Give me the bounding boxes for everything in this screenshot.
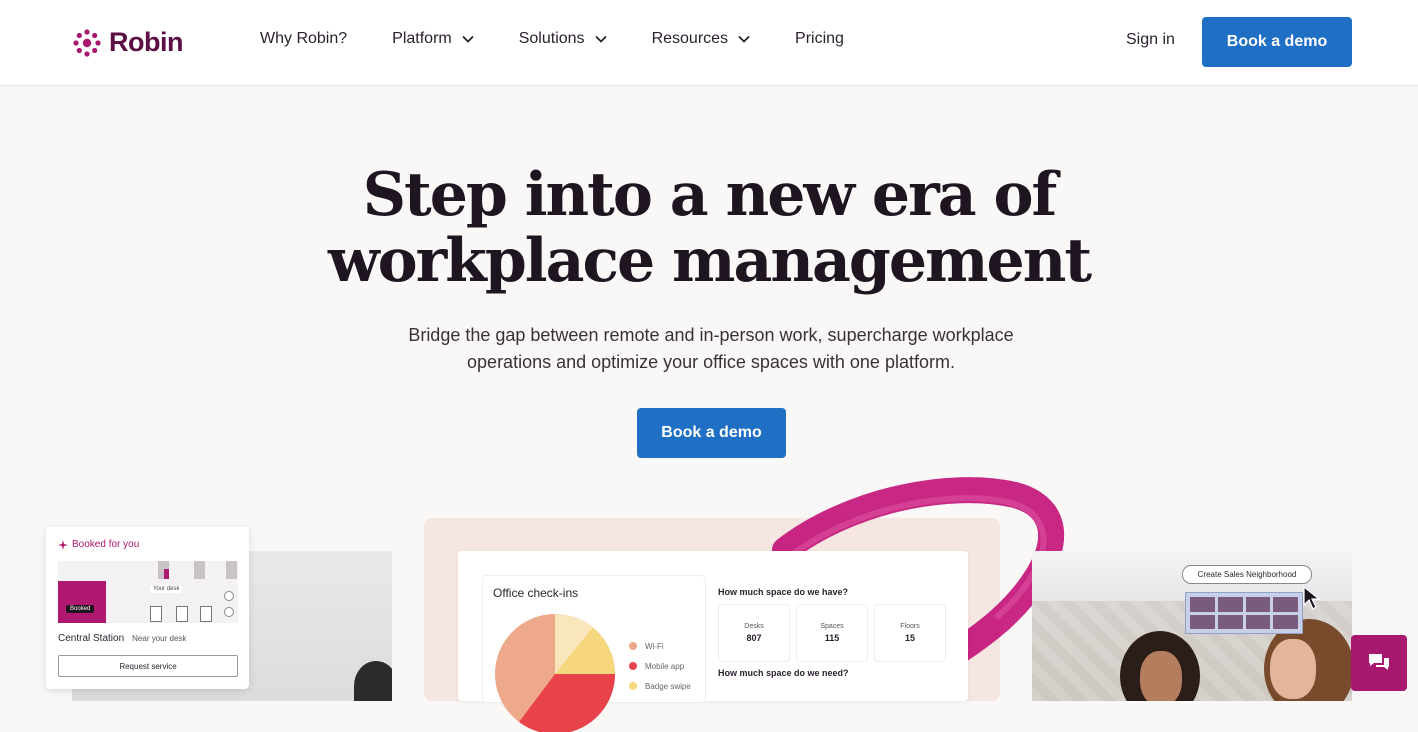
legend-label: Wi-Fi: [645, 641, 664, 651]
nav-resources[interactable]: Resources: [652, 30, 750, 48]
person-face-right: [1270, 639, 1316, 699]
sign-in-link[interactable]: Sign in: [1126, 31, 1175, 49]
create-neighborhood-pill: Create Sales Neighborhood: [1182, 565, 1312, 584]
person-face-left: [1140, 651, 1182, 701]
hero-book-demo-button[interactable]: Book a demo: [637, 408, 786, 458]
brand-name: Robin: [109, 27, 183, 57]
nav-solutions[interactable]: Solutions: [519, 30, 607, 48]
nav-label: Platform: [392, 30, 452, 47]
stat-value: 15: [904, 633, 915, 643]
neighborhood-desk-grid: [1185, 592, 1303, 634]
desk-block: [1217, 597, 1243, 612]
legend-dot-mobile: [629, 662, 637, 670]
floor-window: [194, 561, 205, 579]
stat-value: 115: [824, 633, 840, 643]
hero-subtitle-line-2: operations and optimize your office spac…: [467, 352, 955, 372]
stat-label: Spaces: [820, 623, 844, 630]
top-navigation-bar: Robin Why Robin? Platform Solutions Reso…: [0, 0, 1418, 86]
space-question-need: How much space do we need?: [718, 668, 849, 678]
person-silhouette: [354, 661, 392, 701]
nav-label: Pricing: [795, 30, 844, 47]
legend-dot-wifi: [629, 642, 637, 650]
chevron-down-icon: [462, 35, 474, 43]
desk-block: [1245, 597, 1271, 612]
nav-platform[interactable]: Platform: [392, 30, 474, 48]
desk-block: [1273, 597, 1298, 612]
stat-card-spaces: Spaces 115: [796, 604, 868, 662]
desk-block: [1245, 614, 1271, 629]
chevron-down-icon: [594, 35, 607, 43]
chat-bubbles-icon: [1369, 654, 1389, 670]
chat-widget-button[interactable]: [1351, 635, 1407, 691]
hero-subtitle-line-1: Bridge the gap between remote and in-per…: [408, 325, 1014, 345]
map-radio: [224, 607, 234, 617]
legend-dot-badge: [629, 682, 637, 690]
booked-chip: Booked: [66, 605, 95, 613]
robin-dots-logo-icon: [73, 28, 101, 57]
nav-label: Why Robin?: [260, 30, 348, 47]
hero-title: Step into a new era of workplace managem…: [0, 162, 1418, 294]
location-name: Central Station: [58, 633, 125, 644]
mouse-cursor-icon: [1303, 585, 1321, 610]
header-book-demo-button[interactable]: Book a demo: [1202, 17, 1352, 67]
location-sub: Near your desk: [132, 634, 187, 643]
desk-block: [1217, 614, 1243, 629]
legend-item: Mobile app: [629, 656, 691, 676]
stat-label: Desks: [744, 623, 764, 630]
robin-logo[interactable]: Robin: [71, 27, 183, 58]
checkins-legend: Wi-Fi Mobile app Badge swipe: [629, 636, 691, 696]
stat-value: 807: [746, 633, 762, 643]
checkins-pie-chart: [495, 613, 615, 732]
main-nav: Why Robin? Platform Solutions Resources …: [260, 30, 889, 48]
booked-room: [58, 581, 106, 623]
space-stats-panel: How much space do we have? Desks 807 Spa…: [718, 587, 946, 678]
floor-desk: [176, 606, 188, 622]
request-service-button: Request service: [58, 655, 238, 677]
booked-header: Booked for you: [58, 539, 139, 550]
legend-label: Badge swipe: [645, 681, 691, 691]
location-line: Central Station Near your desk: [58, 633, 186, 644]
floor-desk: [150, 606, 162, 622]
hero-subtitle: Bridge the gap between remote and in-per…: [379, 322, 1043, 376]
chevron-down-icon: [738, 35, 750, 43]
nav-label: Resources: [651, 30, 729, 47]
booked-desk-card: Booked for you Booked Your desk Central …: [46, 527, 249, 689]
space-question-have: How much space do we have?: [718, 587, 849, 597]
desk-block: [1190, 614, 1215, 629]
legend-item: Badge swipe: [629, 676, 691, 696]
your-desk-label: Your desk: [150, 585, 183, 593]
desk-block: [1190, 597, 1215, 612]
checkins-title: Office check-ins: [493, 586, 579, 600]
hero-title-line-1: Step into a new era of: [362, 160, 1058, 230]
floor-desk: [200, 606, 212, 622]
booked-header-text: Booked for you: [72, 539, 140, 550]
desk-block: [1273, 614, 1298, 629]
stat-label: Floors: [900, 623, 920, 630]
stat-card-desks: Desks 807: [718, 604, 790, 662]
office-checkins-panel: Office check-ins Wi-Fi Mobile app Badge …: [482, 575, 706, 732]
desk-floor-map: Booked Your desk: [58, 561, 238, 623]
your-desk-marker: [164, 569, 169, 579]
legend-label: Mobile app: [645, 661, 685, 671]
nav-pricing[interactable]: Pricing: [795, 30, 844, 48]
nav-label: Solutions: [518, 30, 585, 47]
stat-card-floors: Floors 15: [874, 604, 946, 662]
sparkle-icon: [58, 539, 68, 550]
floor-window: [226, 561, 237, 579]
map-radio: [224, 591, 234, 601]
office-analytics-dashboard: Office check-ins Wi-Fi Mobile app Badge …: [458, 551, 968, 732]
nav-why-robin[interactable]: Why Robin?: [260, 30, 347, 48]
legend-item: Wi-Fi: [629, 636, 691, 656]
space-stats-row: Desks 807 Spaces 115 Floors 15: [718, 604, 946, 662]
hero-title-line-2: workplace management: [327, 226, 1092, 296]
